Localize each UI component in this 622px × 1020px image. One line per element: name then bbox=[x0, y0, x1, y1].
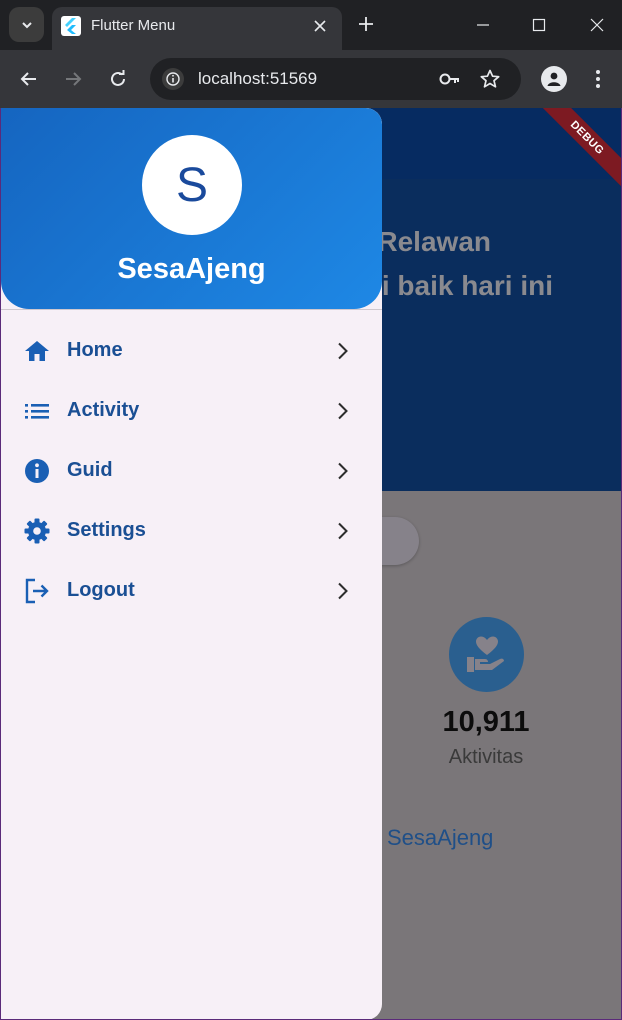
menu-item-guid[interactable]: Guid bbox=[1, 440, 382, 500]
back-button[interactable] bbox=[13, 63, 45, 95]
drawer-user-name: SesaAjeng bbox=[117, 253, 266, 285]
bookmark-star-icon[interactable] bbox=[478, 67, 502, 91]
close-icon bbox=[590, 18, 604, 32]
menu-item-label: Activity bbox=[67, 399, 140, 421]
browser-tab-bar: Flutter Menu bbox=[0, 0, 622, 50]
menu-item-settings[interactable]: Settings bbox=[1, 500, 382, 560]
reload-icon bbox=[111, 70, 125, 86]
home-icon bbox=[23, 338, 51, 364]
reload-button[interactable] bbox=[102, 63, 134, 95]
arrow-left-icon bbox=[20, 72, 36, 86]
chevron-right-icon bbox=[333, 399, 353, 423]
flutter-icon bbox=[61, 16, 81, 36]
username-link[interactable]: SesaAjeng bbox=[387, 825, 493, 851]
menu-item-activity[interactable]: Activity bbox=[1, 380, 382, 440]
info-icon bbox=[23, 458, 51, 484]
arrow-right-icon bbox=[66, 72, 82, 86]
navigation-drawer: S SesaAjeng Home Activity Guid Settings … bbox=[1, 108, 382, 1019]
site-info-icon[interactable] bbox=[162, 68, 184, 90]
browser-toolbar: localhost:51569 bbox=[0, 50, 622, 108]
new-tab-button[interactable] bbox=[352, 10, 380, 38]
key-icon[interactable] bbox=[438, 68, 462, 90]
chevron-down-icon bbox=[21, 21, 32, 28]
tab-title: Flutter Menu bbox=[91, 17, 176, 34]
hand-heart-icon bbox=[449, 617, 524, 692]
drawer-divider bbox=[1, 309, 382, 310]
chevron-right-icon bbox=[333, 519, 353, 543]
profile-avatar-icon[interactable] bbox=[541, 66, 567, 92]
gear-icon bbox=[23, 518, 51, 544]
browser-menu-icon[interactable] bbox=[588, 64, 608, 94]
address-bar[interactable]: localhost:51569 bbox=[150, 58, 521, 100]
menu-item-label: Guid bbox=[67, 459, 113, 481]
chevron-right-icon bbox=[333, 339, 353, 363]
tab-search-button[interactable] bbox=[9, 7, 44, 42]
logout-icon bbox=[23, 578, 51, 604]
activity-count-label: Aktivitas bbox=[448, 746, 524, 768]
maximize-button[interactable] bbox=[524, 10, 554, 40]
plus-icon bbox=[359, 17, 373, 31]
chevron-right-icon bbox=[333, 579, 353, 603]
menu-item-label: Logout bbox=[67, 579, 135, 601]
maximize-icon bbox=[532, 18, 546, 32]
close-tab-icon[interactable] bbox=[310, 16, 330, 36]
url-text: localhost:51569 bbox=[198, 69, 318, 88]
forward-button[interactable] bbox=[57, 63, 89, 95]
minimize-button[interactable] bbox=[468, 10, 498, 40]
avatar[interactable]: S bbox=[142, 135, 242, 235]
list-icon bbox=[23, 398, 51, 424]
app-viewport: Relawan i baik hari ini 10,911 Aktivitas… bbox=[0, 108, 622, 1020]
menu-item-label: Home bbox=[67, 339, 123, 361]
minimize-icon bbox=[477, 24, 489, 26]
menu-item-logout[interactable]: Logout bbox=[1, 560, 382, 620]
browser-tab[interactable]: Flutter Menu bbox=[52, 7, 342, 50]
menu-item-label: Settings bbox=[67, 519, 146, 541]
drawer-header: S SesaAjeng bbox=[1, 108, 382, 309]
close-window-button[interactable] bbox=[582, 10, 612, 40]
chevron-right-icon bbox=[333, 459, 353, 483]
menu-item-home[interactable]: Home bbox=[1, 320, 382, 380]
activity-count: 10,911 bbox=[442, 706, 530, 738]
